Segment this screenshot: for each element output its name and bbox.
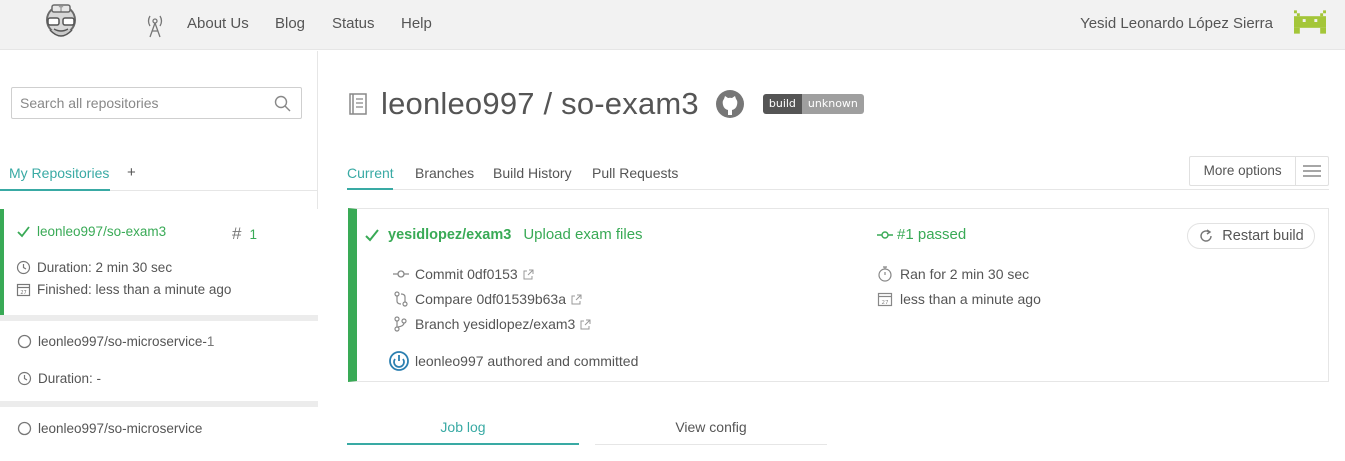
external-link-icon[interactable] <box>571 294 582 305</box>
finished-time: less than a minute ago <box>900 291 1041 307</box>
repo-tabs: Current Branches Build History Pull Requ… <box>347 155 1329 190</box>
external-link-icon[interactable] <box>523 269 534 280</box>
check-icon <box>365 228 379 241</box>
tab-job-log[interactable]: Job log <box>347 407 579 445</box>
nav-blog[interactable]: Blog <box>275 15 305 32</box>
github-icon[interactable] <box>715 89 745 119</box>
commit-link[interactable]: Commit 0df0153 <box>415 266 518 282</box>
repo-book-icon <box>349 93 367 115</box>
more-options-label[interactable]: More options <box>1190 157 1297 185</box>
nav-help[interactable]: Help <box>401 15 432 32</box>
svg-text:27: 27 <box>882 300 889 306</box>
calendar-icon: 27 <box>16 283 31 297</box>
tab-pull-requests[interactable]: Pull Requests <box>592 165 678 181</box>
tab-branches[interactable]: Branches <box>415 165 474 181</box>
pixel-invader-avatar[interactable] <box>1294 9 1326 35</box>
commit-node-icon <box>877 230 893 239</box>
main-content: leonleo997 / so-exam3 build unknown Curr… <box>319 51 1345 461</box>
badge-label: build <box>762 94 802 114</box>
build-status-badge[interactable]: build unknown <box>762 94 864 114</box>
clock-icon <box>17 371 32 386</box>
circle-status-icon <box>17 421 32 436</box>
tab-current[interactable]: Current <box>347 165 394 181</box>
author-avatar-icon <box>389 351 409 371</box>
svg-text:T: T <box>58 6 64 14</box>
build-status-text[interactable]: #1 passed <box>897 226 966 243</box>
commit-icon <box>393 270 409 278</box>
page-title: leonleo997 / so-exam3 <box>381 86 699 121</box>
tab-build-history[interactable]: Build History <box>493 165 572 181</box>
search-box <box>11 87 302 119</box>
hamburger-menu-icon[interactable] <box>1296 157 1328 185</box>
repo-name[interactable]: leonleo997/so-microservice <box>38 421 202 436</box>
circle-status-icon <box>17 334 32 349</box>
badge-value: unknown <box>801 94 864 114</box>
build-branch-name[interactable]: yesidlopez/exam3 <box>388 227 511 243</box>
external-link-icon[interactable] <box>580 319 591 330</box>
sidebar-tabs: My Repositories + <box>0 157 318 191</box>
repo-name-suffix[interactable]: 1 <box>207 334 215 349</box>
tab-my-repositories[interactable]: My Repositories <box>0 157 110 191</box>
repo-name[interactable]: leonleo997/so-exam3 <box>37 224 166 239</box>
repo-finished: Finished: less than a minute ago <box>37 282 232 297</box>
current-build-card: yesidlopez/exam3 Upload exam files #1 pa… <box>348 208 1329 382</box>
tab-view-config[interactable]: View config <box>595 407 827 445</box>
repo-item-so-microservice[interactable]: leonleo997/so-microservice <box>0 407 318 461</box>
stopwatch-icon <box>878 266 892 282</box>
sidebar: My Repositories + leonleo997/so-exam3 # … <box>0 51 318 461</box>
svg-text:27: 27 <box>20 290 26 296</box>
branch-icon <box>394 316 407 332</box>
broadcast-antenna-icon[interactable] <box>146 12 164 38</box>
build-commit-message: Upload exam files <box>523 226 643 243</box>
active-tab-indicator <box>347 188 393 190</box>
restart-build-button[interactable]: Restart build <box>1187 223 1315 249</box>
restart-build-label[interactable]: Restart build <box>1222 228 1303 244</box>
calendar-icon: 27 <box>877 292 893 307</box>
repo-duration: Duration: - <box>38 371 102 386</box>
restart-icon <box>1200 229 1212 242</box>
nav-status[interactable]: Status <box>332 15 375 32</box>
compare-icon <box>394 291 408 307</box>
hash-icon: # <box>232 224 242 243</box>
user-name[interactable]: Yesid Leonardo López Sierra <box>1080 15 1273 32</box>
repo-item-so-microservice-1[interactable]: leonleo997/so-microservice- 1 Duration: - <box>0 321 318 401</box>
compare-link[interactable]: Compare 0df01539b63a <box>415 291 566 307</box>
clock-icon <box>16 260 31 275</box>
branch-link[interactable]: Branch yesidlopez/exam3 <box>415 316 575 332</box>
travis-mascot-icon[interactable]: T <box>40 2 82 46</box>
ran-for: Ran for 2 min 30 sec <box>900 266 1030 282</box>
top-bar: T About Us Blog Status Help Yesid Leonar… <box>0 0 1345 50</box>
check-icon <box>17 226 30 238</box>
add-repository-button[interactable]: + <box>127 164 136 181</box>
repo-item-so-exam3[interactable]: leonleo997/so-exam3 # 1 Duration: 2 min … <box>0 209 318 315</box>
search-input[interactable] <box>12 88 262 118</box>
author-line: leonleo997 authored and committed <box>415 353 639 369</box>
search-icon[interactable] <box>274 95 291 112</box>
build-number[interactable]: 1 <box>249 227 257 242</box>
more-options-button[interactable]: More options <box>1189 156 1329 186</box>
repo-header: leonleo997 / so-exam3 build unknown <box>347 81 864 127</box>
nav-about-us[interactable]: About Us <box>187 15 249 32</box>
repo-name[interactable]: leonleo997/so-microservice- <box>38 334 207 349</box>
repo-duration: Duration: 2 min 30 sec <box>37 260 173 275</box>
